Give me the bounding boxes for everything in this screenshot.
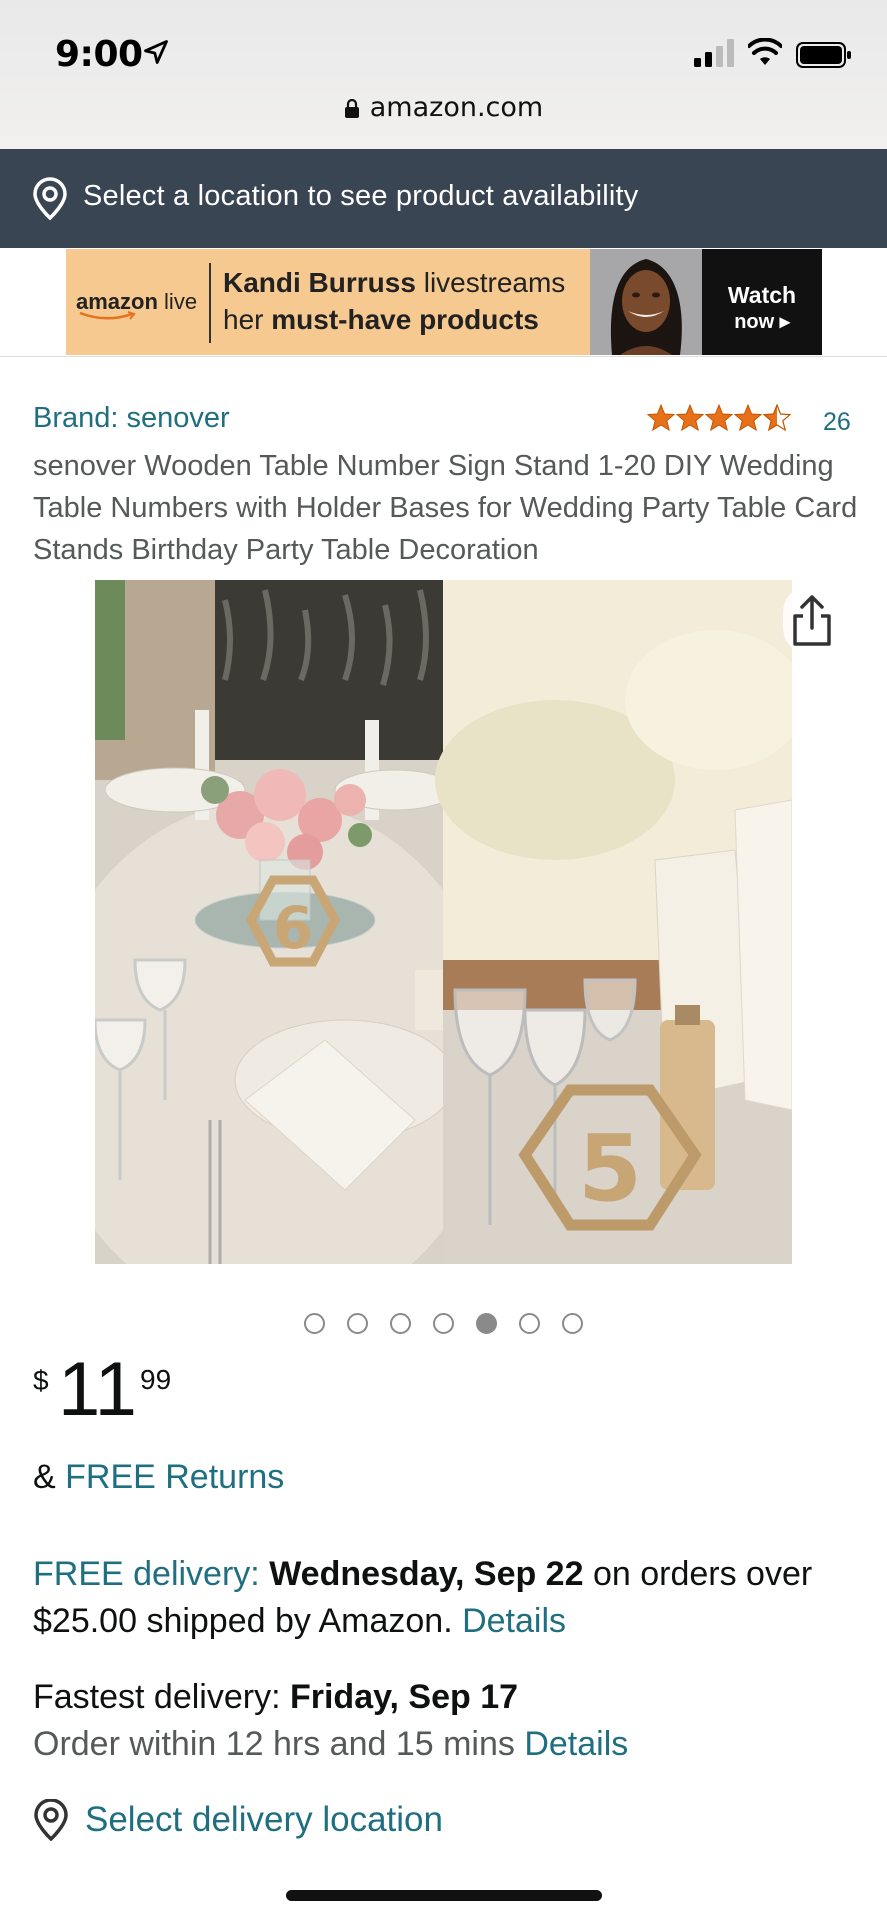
- star-half-icon: [763, 404, 791, 431]
- ad-headline-line1: Kandi Burruss livestreams: [223, 267, 566, 298]
- star-full-icon: [734, 404, 762, 431]
- order-within-info: Order within 12 hrs and 15 mins Details: [33, 1721, 628, 1768]
- carousel-dot[interactable]: [433, 1313, 454, 1334]
- price-symbol: $: [33, 1365, 49, 1396]
- free-delivery-link[interactable]: FREE delivery:: [33, 1555, 260, 1593]
- price-whole: 11: [58, 1347, 137, 1432]
- order-within-text: Order within 12 hrs and 15 mins: [33, 1725, 525, 1763]
- home-indicator[interactable]: [286, 1890, 602, 1901]
- carousel-dot[interactable]: [476, 1313, 497, 1334]
- fastest-delivery-details-link[interactable]: Details: [524, 1725, 628, 1763]
- free-delivery-info: FREE delivery: Wednesday, Sep 22 on orde…: [33, 1551, 863, 1645]
- divider: [0, 356, 887, 357]
- free-delivery-details-link[interactable]: Details: [462, 1602, 566, 1640]
- location-pin-icon: [33, 177, 67, 221]
- address-bar[interactable]: amazon.com: [0, 92, 887, 123]
- carousel-dot[interactable]: [519, 1313, 540, 1334]
- brand-link[interactable]: Brand: senover: [33, 402, 230, 435]
- fastest-delivery-label: Fastest delivery:: [33, 1678, 290, 1716]
- ad-presenter-photo: [590, 249, 702, 355]
- free-delivery-date: Wednesday, Sep 22: [269, 1555, 584, 1593]
- carousel-dot[interactable]: [562, 1313, 583, 1334]
- product-image[interactable]: 6 5: [95, 580, 792, 1264]
- signal-icon: [694, 39, 734, 67]
- amazon-live-ad-banner[interactable]: amazon live Kandi Burruss livestreams he…: [66, 249, 822, 355]
- star-full-icon: [647, 404, 675, 431]
- lock-icon: [344, 98, 359, 118]
- wifi-icon: [748, 38, 782, 65]
- image-carousel-dots[interactable]: [0, 1313, 887, 1337]
- carousel-dot[interactable]: [304, 1313, 325, 1334]
- status-time: 9:00: [55, 34, 143, 75]
- star-full-icon: [676, 404, 704, 431]
- watch-now-line2: now ▸: [734, 311, 790, 333]
- share-icon: [793, 595, 831, 646]
- carousel-dot[interactable]: [390, 1313, 411, 1334]
- ad-headline-line2: her must-have products: [223, 304, 539, 335]
- carousel-dot[interactable]: [347, 1313, 368, 1334]
- location-pin-icon: [34, 1799, 68, 1841]
- price-fraction: 99: [140, 1364, 172, 1395]
- svg-text:6: 6: [273, 894, 313, 962]
- watch-now-button[interactable]: Watch now ▸: [702, 249, 822, 355]
- returns-prefix: &: [33, 1458, 66, 1496]
- product-title: senover Wooden Table Number Sign Stand 1…: [33, 450, 858, 566]
- location-bar[interactable]: Select a location to see product availab…: [0, 149, 887, 248]
- fastest-delivery-date: Friday, Sep 17: [289, 1678, 519, 1716]
- battery-icon: [796, 42, 851, 68]
- location-arrow-icon: [144, 40, 168, 64]
- star-full-icon: [705, 404, 733, 431]
- share-button[interactable]: [783, 584, 841, 656]
- svg-text:5: 5: [578, 1115, 642, 1222]
- select-delivery-location-link[interactable]: Select delivery location: [85, 1800, 443, 1840]
- ad-text-panel: amazon live Kandi Burruss livestreams he…: [66, 249, 590, 355]
- fastest-delivery-info: Fastest delivery: Friday, Sep 17: [33, 1674, 518, 1721]
- free-returns-link[interactable]: FREE Returns: [65, 1458, 284, 1496]
- url-text: amazon.com: [369, 92, 544, 123]
- returns-line: & FREE Returns: [33, 1458, 284, 1497]
- star-rating[interactable]: [647, 404, 793, 434]
- amazon-smile-icon: [79, 311, 136, 320]
- rating-count[interactable]: 26: [823, 408, 851, 437]
- location-bar-text: Select a location to see product availab…: [83, 180, 639, 212]
- ad-divider: [209, 263, 211, 343]
- watch-now-line1: Watch: [727, 282, 797, 308]
